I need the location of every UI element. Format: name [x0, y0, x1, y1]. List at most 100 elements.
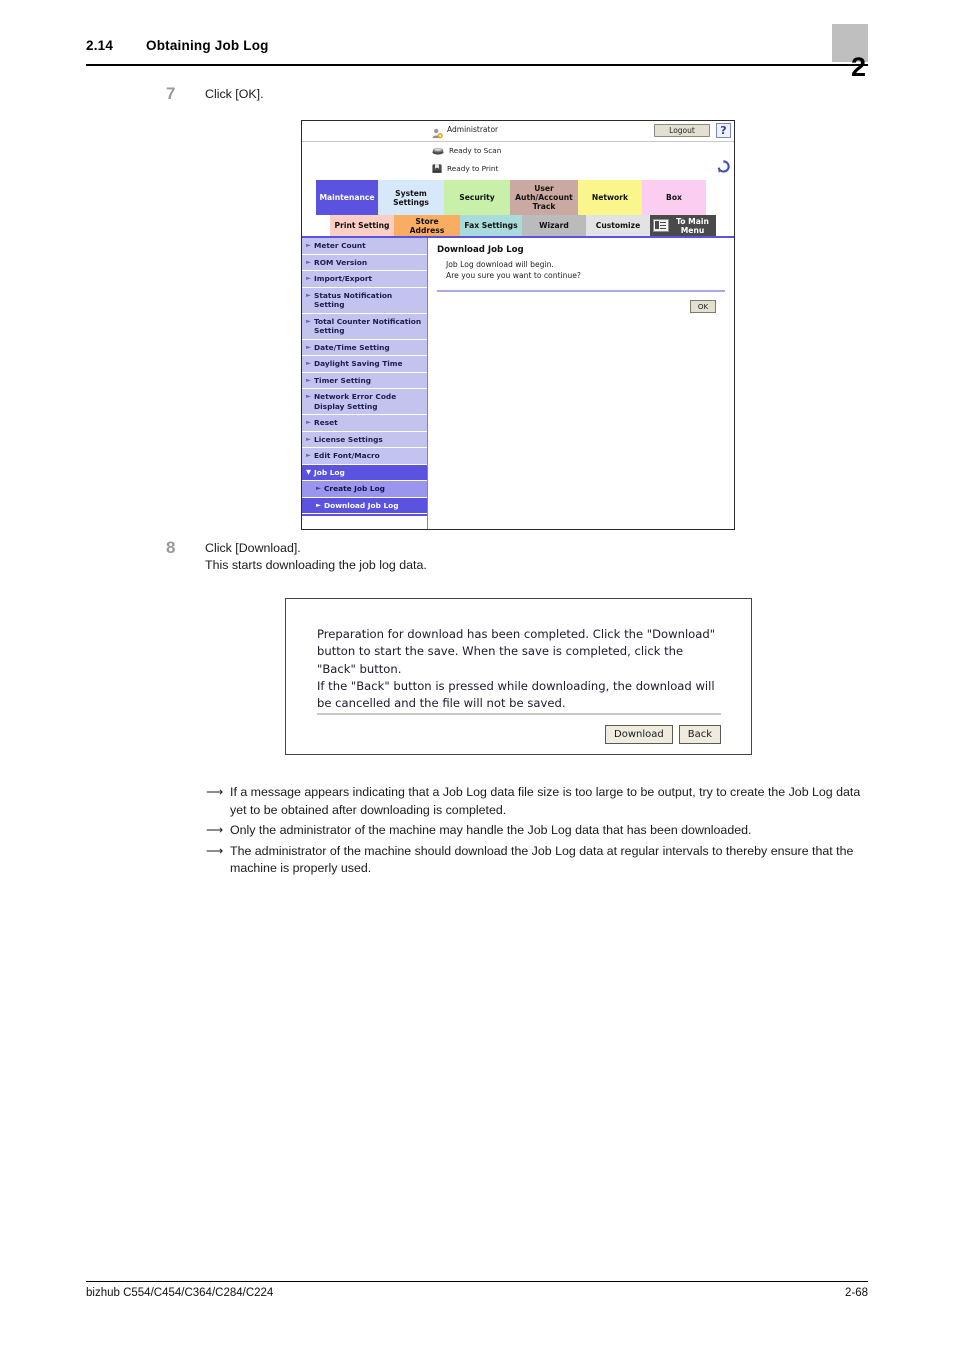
status-ready-to-scan: Ready to Scan — [432, 146, 501, 155]
tab-security[interactable]: Security — [444, 180, 510, 215]
sidebar-item-label: ROM Version — [314, 257, 368, 267]
dialog-divider — [317, 713, 721, 715]
footer-rule — [86, 1281, 868, 1282]
sidebar-item-label: Status Notification Setting — [314, 290, 393, 310]
dialog-button-row: Download Back — [605, 725, 721, 744]
chevron-right-icon: ► — [316, 484, 321, 492]
content-title: Download Job Log — [437, 245, 524, 255]
to-main-menu-icon — [653, 219, 669, 232]
sidebar-item-label: Total Counter Notification Setting — [314, 316, 422, 336]
tab-user-auth-account-track[interactable]: User Auth/Account Track — [510, 180, 578, 215]
chevron-right-icon: ► — [306, 316, 311, 325]
chapter-number: 2 — [850, 52, 866, 82]
tab-customize[interactable]: Customize — [586, 215, 650, 236]
step-8-number: 8 — [166, 538, 176, 557]
sidebar-item-date-time-setting[interactable]: ► Date/Time Setting — [302, 339, 427, 356]
sidebar-item-license-settings[interactable]: ► License Settings — [302, 431, 427, 448]
download-button[interactable]: Download — [605, 725, 673, 744]
sidebar-bottom-rule — [302, 514, 427, 522]
arrow-right-icon: ⟶ — [206, 823, 224, 837]
tab-system-settings[interactable]: System Settings — [378, 180, 444, 215]
sidebar-item-label: Meter Count — [314, 241, 366, 250]
status-ready-to-scan-label: Ready to Scan — [449, 146, 502, 155]
sidebar-item-download-job-log[interactable]: ► Download Job Log — [302, 497, 427, 514]
chevron-right-icon: ► — [306, 451, 311, 459]
chevron-right-icon: ► — [306, 342, 311, 351]
sidebar-item-status-notification-setting[interactable]: ► Status Notification Setting — [302, 287, 427, 314]
chevron-right-icon: ► — [306, 434, 311, 443]
content-panel: Download Job Log Job Log download will b… — [428, 238, 734, 529]
note-text: If a message appears indicating that a J… — [230, 785, 861, 817]
webui-status-area: Ready to Scan Ready to Print — [302, 142, 734, 180]
note-item: ⟶ The administrator of the machine shoul… — [206, 843, 868, 878]
header-rule — [86, 64, 868, 66]
status-ready-to-print: Ready to Print — [432, 163, 498, 174]
arrow-right-icon: ⟶ — [206, 843, 224, 858]
secondary-tab-row: Print Setting Store Address Fax Settings… — [302, 215, 734, 238]
web-connection-screenshot: Administrator Logout ? Ready to Scan Rea… — [301, 120, 735, 530]
chevron-right-icon: ► — [306, 418, 311, 426]
sidebar-item-create-job-log[interactable]: ► Create Job Log — [302, 481, 427, 498]
step-8-text: Click [Download]. This starts downloadin… — [205, 540, 427, 574]
logout-button[interactable]: Logout — [654, 124, 710, 137]
chevron-right-icon: ► — [306, 257, 311, 266]
sidebar-item-label: Date/Time Setting — [314, 342, 390, 352]
note-item: ⟶ Only the administrator of the machine … — [206, 822, 868, 840]
tab-store-address[interactable]: Store Address — [394, 215, 460, 236]
page-header: 2.14 Obtaining Job Log 2 — [86, 24, 868, 81]
chevron-right-icon: ► — [306, 290, 311, 299]
arrow-right-icon: ⟶ — [206, 785, 224, 799]
scanner-icon — [432, 146, 444, 155]
content-line-1: Job Log download will begin. — [446, 260, 554, 269]
sidebar-item-label: Reset — [314, 418, 338, 427]
sidebar-item-edit-font-macro[interactable]: ► Edit Font/Macro — [302, 448, 427, 465]
note-text: Only the administrator of the machine ma… — [230, 823, 752, 837]
content-divider — [437, 290, 725, 292]
sidebar-item-job-log[interactable]: ▼ Job Log — [302, 464, 427, 481]
sidebar-item-label: Import/Export — [314, 274, 373, 283]
sidebar-item-timer-setting[interactable]: ► Timer Setting — [302, 372, 427, 389]
chevron-right-icon: ► — [306, 274, 311, 282]
chevron-right-icon: ► — [306, 359, 311, 367]
sidebar-item-label: Job Log — [314, 467, 345, 477]
sidebar-item-label: Edit Font/Macro — [314, 451, 380, 460]
sidebar-item-reset[interactable]: ► Reset — [302, 415, 427, 432]
administrator-icon — [432, 124, 443, 139]
step-7-text: Click [OK]. — [205, 87, 264, 101]
sidebar-item-daylight-saving-time[interactable]: ► Daylight Saving Time — [302, 356, 427, 373]
footer-page-number: 2-68 — [844, 1287, 868, 1299]
tab-box[interactable]: Box — [642, 180, 706, 215]
sidebar-item-label: Network Error Code Display Setting — [314, 392, 397, 411]
tab-fax-settings[interactable]: Fax Settings — [460, 215, 522, 236]
content-line-2: Are you sure you want to continue? — [446, 271, 581, 280]
header-section-title: Obtaining Job Log — [146, 38, 269, 53]
help-icon[interactable]: ? — [716, 123, 731, 138]
step-7-number: 7 — [166, 84, 176, 103]
administrator-label: Administrator — [447, 125, 499, 134]
tab-maintenance[interactable]: Maintenance — [316, 180, 378, 215]
step-8-line-2: This starts downloading the job log data… — [205, 558, 427, 572]
tab-to-main-menu-label: To Main Menu — [676, 216, 709, 235]
printer-icon — [432, 163, 442, 174]
tab-print-setting[interactable]: Print Setting — [330, 215, 394, 236]
sidebar-item-total-counter-notification-setting[interactable]: ► Total Counter Notification Setting — [302, 313, 427, 340]
footer-product-name: bizhub C554/C454/C364/C284/C224 — [86, 1287, 274, 1299]
back-button[interactable]: Back — [678, 725, 721, 744]
step-8-line-1: Click [Download]. — [205, 541, 301, 555]
webui-body: ► Meter Count ► ROM Version ► Import/Exp… — [302, 238, 734, 529]
note-text: The administrator of the machine should … — [230, 843, 854, 876]
ok-button[interactable]: OK — [690, 300, 716, 313]
sidebar-item-import-export[interactable]: ► Import/Export — [302, 271, 427, 288]
sidebar-item-network-error-code-display-setting[interactable]: ► Network Error Code Display Setting — [302, 389, 427, 415]
tab-to-main-menu[interactable]: To Main Menu — [650, 215, 716, 236]
tab-wizard[interactable]: Wizard — [522, 215, 586, 236]
download-dialog-screenshot: Preparation for download has been comple… — [285, 598, 752, 755]
chevron-right-icon: ► — [306, 241, 311, 249]
sidebar-item-rom-version[interactable]: ► ROM Version — [302, 254, 427, 271]
dialog-message: Preparation for download has been comple… — [317, 627, 716, 711]
chevron-right-icon: ► — [306, 392, 311, 400]
refresh-icon[interactable] — [717, 160, 730, 173]
sidebar-item-label: License Settings — [314, 434, 383, 444]
tab-network[interactable]: Network — [578, 180, 642, 215]
sidebar-item-meter-count[interactable]: ► Meter Count — [302, 238, 427, 255]
